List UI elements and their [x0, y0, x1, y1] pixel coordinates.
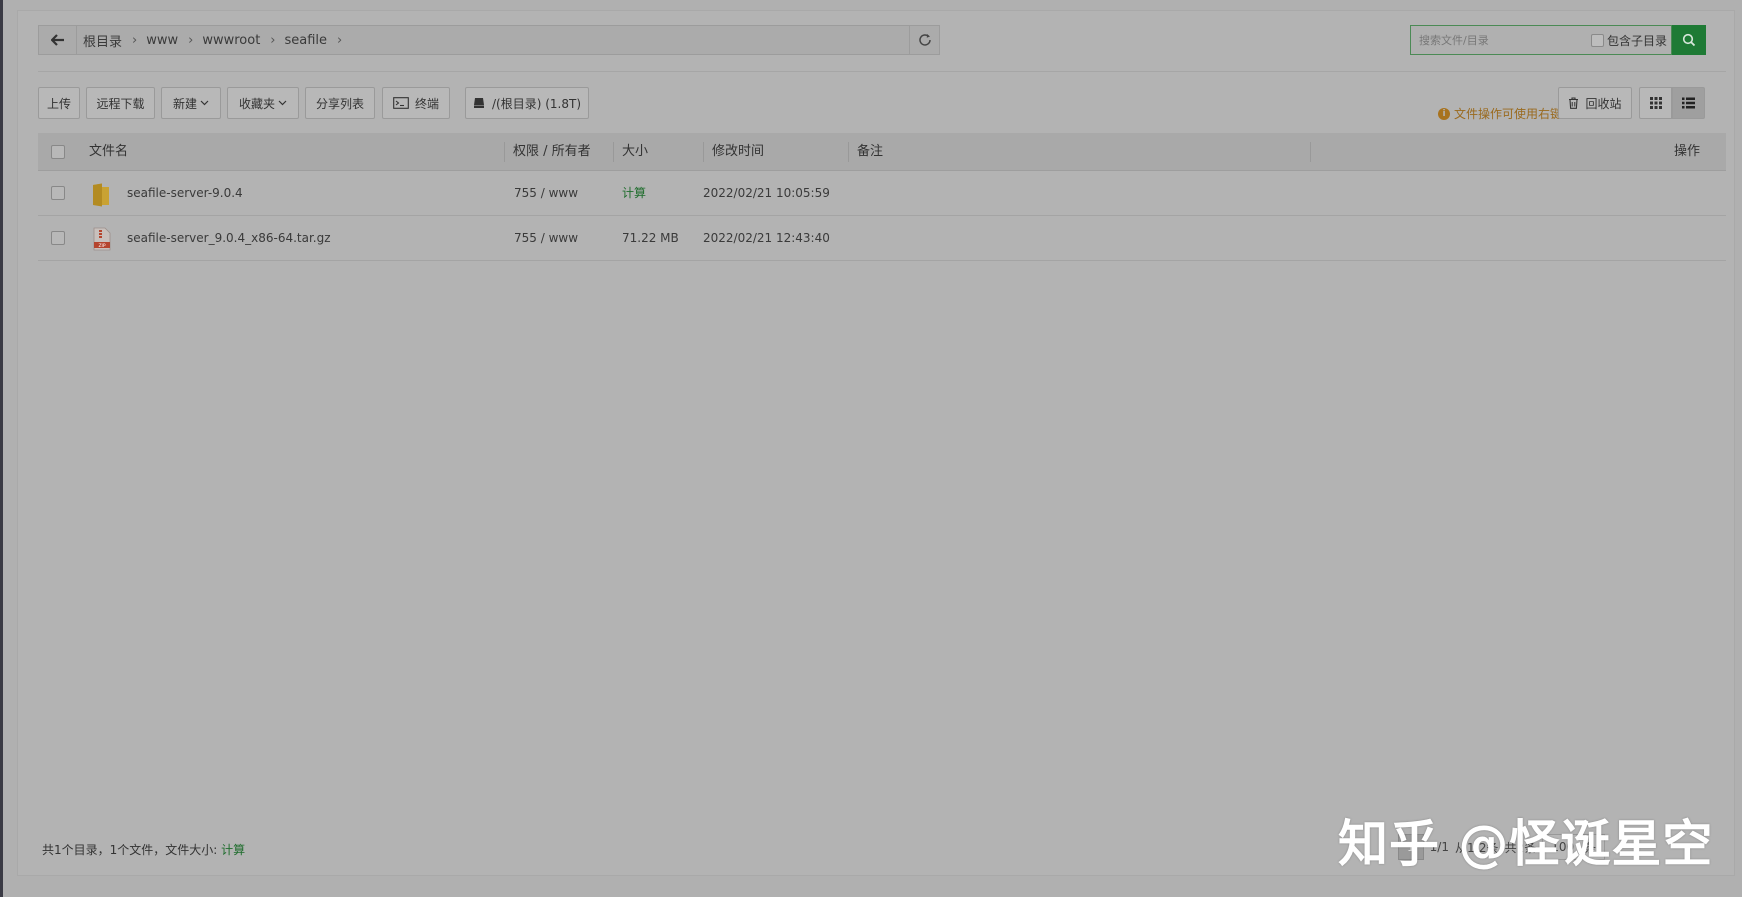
terminal-button[interactable]: 终端	[382, 87, 450, 119]
header-operations: 操作	[1674, 144, 1701, 159]
breadcrumb-root[interactable]: 根目录	[83, 31, 122, 50]
table-row[interactable]: ZIP seafile-server_9.0.4_x86-64.tar.gz 7…	[38, 216, 1726, 261]
include-subdir-checkbox[interactable]	[1590, 33, 1604, 47]
breadcrumb-wwwroot[interactable]: wwwroot	[202, 33, 260, 48]
header-size[interactable]: 大小	[622, 133, 648, 171]
row-checkbox[interactable]	[51, 186, 65, 200]
back-button[interactable]	[39, 26, 77, 54]
include-subdir-toggle[interactable]: 包含子目录	[1590, 32, 1667, 49]
hint-text: 文件操作可使用右键	[1454, 107, 1563, 121]
search-icon	[1682, 33, 1696, 47]
calculate-total-link[interactable]: 计算	[221, 843, 245, 857]
list-view-button[interactable]	[1672, 87, 1705, 119]
recycle-bin-button[interactable]: 回收站	[1558, 87, 1632, 119]
file-size: 71.22 MB	[622, 231, 679, 245]
list-icon	[1682, 97, 1695, 109]
row-checkbox[interactable]	[51, 231, 65, 245]
file-modified-time: 2022/02/21 12:43:40	[703, 231, 830, 245]
disk-label: /(根目录) (1.8T)	[492, 96, 581, 111]
share-list-label: 分享列表	[315, 96, 364, 111]
disk-button[interactable]: /(根目录) (1.8T)	[465, 87, 589, 119]
upload-button[interactable]: 上传	[38, 87, 80, 119]
column-divider	[848, 142, 849, 162]
remote-download-label: 远程下载	[96, 96, 145, 111]
column-divider	[1310, 142, 1311, 162]
share-list-button[interactable]: 分享列表	[305, 87, 375, 119]
select-all-checkbox[interactable]	[51, 145, 65, 159]
svg-text:ZIP: ZIP	[98, 243, 105, 249]
file-modified-time: 2022/02/21 10:05:59	[703, 186, 830, 200]
file-name[interactable]: seafile-server-9.0.4	[127, 171, 243, 216]
grid-view-button[interactable]	[1639, 87, 1672, 119]
disk-icon	[474, 98, 484, 108]
header-permission[interactable]: 权限 / 所有者	[513, 133, 591, 171]
file-name[interactable]: seafile-server_9.0.4_x86-64.tar.gz	[127, 216, 331, 261]
archive-file-icon: ZIP	[93, 227, 111, 255]
terminal-icon	[393, 97, 409, 109]
remote-download-button[interactable]: 远程下载	[86, 87, 155, 119]
chevron-right-icon: ›	[270, 32, 276, 48]
table-row[interactable]: seafile-server-9.0.4 755 / www 计算 2022/0…	[38, 171, 1726, 216]
calculate-size-link[interactable]: 计算	[622, 171, 646, 216]
file-manager-panel: 根目录 › www › wwwroot › seafile › 包含子目录 上传…	[17, 10, 1735, 876]
path-bar: 根目录 › www › wwwroot › seafile ›	[38, 25, 940, 55]
breadcrumb-seafile[interactable]: seafile	[285, 33, 328, 48]
column-divider	[703, 142, 704, 162]
recycle-bin-label: 回收站	[1585, 96, 1622, 111]
include-subdir-label: 包含子目录	[1606, 33, 1667, 48]
chevron-right-icon: ›	[132, 32, 138, 48]
chevron-right-icon: ›	[188, 32, 194, 48]
favorites-label: 收藏夹	[238, 96, 275, 111]
header-remark: 备注	[857, 144, 884, 159]
chevron-down-icon	[278, 100, 287, 106]
chevron-right-icon: ›	[337, 32, 343, 48]
upload-label: 上传	[46, 96, 71, 111]
file-permission[interactable]: 755 / www	[514, 216, 578, 261]
breadcrumb-www[interactable]: www	[146, 33, 178, 48]
footer-summary: 共1个目录，1个文件，文件大小: 计算	[42, 841, 245, 858]
trash-icon	[1569, 97, 1579, 109]
info-icon: i	[1438, 107, 1450, 120]
refresh-icon	[918, 34, 931, 46]
context-menu-hint: i 文件操作可使用右键	[1438, 105, 1562, 122]
file-permission[interactable]: 755 / www	[514, 171, 578, 216]
column-divider	[504, 142, 505, 162]
header-filename[interactable]: 文件名	[89, 133, 128, 171]
column-divider	[613, 142, 614, 162]
folder-icon	[91, 183, 111, 211]
new-dropdown-button[interactable]: 新建	[161, 87, 221, 119]
terminal-label: 终端	[414, 96, 439, 111]
search-area: 包含子目录	[1410, 25, 1706, 55]
search-button[interactable]	[1672, 25, 1706, 55]
breadcrumb: 根目录 › www › wwwroot › seafile ›	[77, 26, 909, 54]
search-input[interactable]	[1419, 33, 1579, 47]
window-edge	[0, 0, 3, 897]
summary-text: 共1个目录，1个文件，文件大小:	[42, 843, 218, 857]
chevron-down-icon	[200, 100, 209, 106]
new-label: 新建	[172, 96, 197, 111]
favorites-dropdown-button[interactable]: 收藏夹	[227, 87, 299, 119]
zhihu-watermark: 知乎 @怪诞星空	[1338, 815, 1714, 873]
arrow-left-icon	[50, 34, 64, 46]
file-table-header: 文件名 权限 / 所有者 大小 修改时间 备注 操作	[38, 133, 1726, 171]
divider	[38, 71, 1726, 72]
search-box: 包含子目录	[1410, 25, 1672, 55]
refresh-button[interactable]	[909, 26, 939, 54]
header-modified-time[interactable]: 修改时间	[712, 133, 764, 171]
grid-icon	[1649, 97, 1662, 109]
